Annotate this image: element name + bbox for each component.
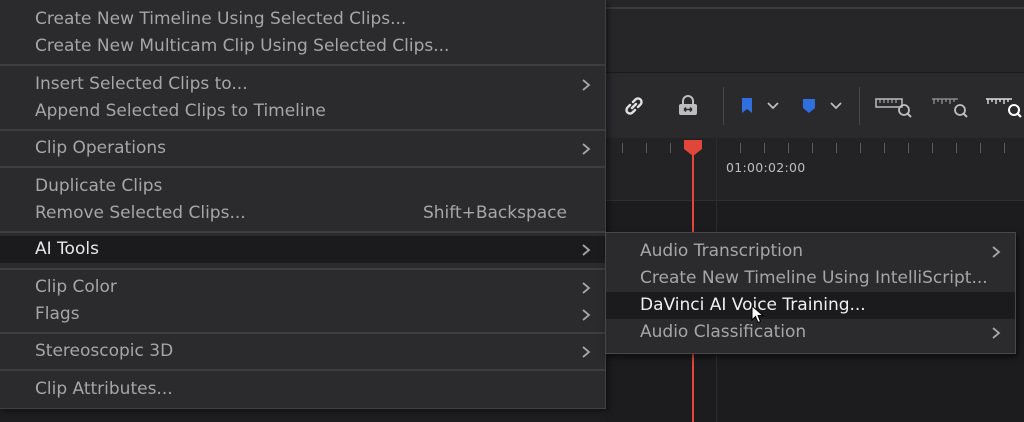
menu-divider <box>0 369 605 371</box>
toolbar-divider <box>723 87 724 125</box>
menu-item-create-multicam-clip[interactable]: Create New Multicam Clip Using Selected … <box>0 33 605 60</box>
ruler-tick <box>956 143 957 153</box>
menu-item-label: Clip Operations <box>35 138 166 158</box>
chevron-right-icon <box>989 319 1003 346</box>
menu-item-shortcut: Shift+Backspace <box>422 203 567 223</box>
chevron-down-icon[interactable] <box>763 73 783 139</box>
chevron-right-icon <box>579 135 593 162</box>
menu-divider <box>0 231 605 233</box>
timeline-ruler[interactable] <box>606 138 1024 201</box>
menu-item-duplicate-clips[interactable]: Duplicate Clips <box>0 173 605 200</box>
menu-item-stereoscopic-3d[interactable]: Stereoscopic 3D <box>0 338 605 365</box>
zoom-custom-icon[interactable] <box>984 73 1024 139</box>
submenu-item-audio-transcription[interactable]: Audio Transcription <box>606 238 1015 265</box>
blue-marker-icon[interactable] <box>798 73 820 139</box>
menu-divider <box>0 166 605 168</box>
ruler-tick <box>884 143 885 153</box>
menu-item-label: Duplicate Clips <box>35 176 163 196</box>
submenu-item-audio-classification[interactable]: Audio Classification <box>606 319 1015 346</box>
ruler-timecode: 01:00:02:00 <box>726 160 806 175</box>
ruler-tick <box>860 143 861 153</box>
menu-item-flags[interactable]: Flags <box>0 301 605 328</box>
ruler-tick <box>908 143 909 153</box>
chevron-right-icon <box>579 71 593 98</box>
menu-divider <box>0 332 605 334</box>
menu-item-append-selected-clips[interactable]: Append Selected Clips to Timeline <box>0 98 605 125</box>
menu-item-label: Create New Timeline Using Selected Clips… <box>35 9 407 29</box>
submenu-item-label: Create New Timeline Using IntelliScript.… <box>640 268 988 288</box>
menu-item-label: Clip Attributes... <box>35 379 173 399</box>
ruler-tick <box>788 143 789 153</box>
ruler-tick <box>836 143 837 153</box>
chevron-right-icon <box>989 238 1003 265</box>
menu-item-label: Remove Selected Clips... <box>35 203 246 223</box>
chevron-right-icon <box>579 236 593 263</box>
link-icon[interactable] <box>618 73 650 139</box>
playhead-handle[interactable] <box>683 139 703 157</box>
ruler-tick <box>980 143 981 153</box>
viewer-area <box>606 0 1024 72</box>
timeline-toolbar <box>606 72 1024 139</box>
ruler-tick <box>932 143 933 153</box>
ruler-tick <box>764 143 765 153</box>
submenu-item-voice-training[interactable]: DaVinci AI Voice Training... <box>606 292 1015 319</box>
menu-item-label: Append Selected Clips to Timeline <box>35 101 326 121</box>
menu-item-label: Stereoscopic 3D <box>35 341 174 361</box>
submenu-item-intelliscript[interactable]: Create New Timeline Using IntelliScript.… <box>606 265 1015 292</box>
menu-divider <box>0 64 605 66</box>
menu-item-label: AI Tools <box>35 239 99 259</box>
lock-icon[interactable] <box>672 73 704 139</box>
chevron-down-icon[interactable] <box>826 73 846 139</box>
mouse-cursor-icon <box>751 305 765 324</box>
zoom-detail-icon[interactable] <box>928 73 972 139</box>
menu-item-remove-selected-clips[interactable]: Remove Selected Clips... Shift+Backspace <box>0 200 605 227</box>
menu-item-label: Create New Multicam Clip Using Selected … <box>35 36 450 56</box>
blue-flag-icon[interactable] <box>736 73 758 139</box>
ruler-tick <box>812 143 813 153</box>
ruler-tick <box>670 143 671 153</box>
submenu-item-label: Audio Classification <box>640 322 807 342</box>
menu-divider <box>0 268 605 270</box>
menu-item-label: Flags <box>35 304 80 324</box>
menu-item-insert-selected-clips[interactable]: Insert Selected Clips to... <box>0 71 605 98</box>
submenu-item-label: Audio Transcription <box>640 241 804 261</box>
ai-tools-submenu: Audio Transcription Create New Timeline … <box>605 232 1016 354</box>
chevron-right-icon <box>579 274 593 301</box>
menu-divider <box>0 129 605 131</box>
context-menu: Create New Timeline Using Selected Clips… <box>0 0 606 409</box>
menu-item-label: Insert Selected Clips to... <box>35 74 248 94</box>
chevron-right-icon <box>579 301 593 328</box>
ruler-tick <box>740 143 741 153</box>
toolbar-divider <box>859 87 860 125</box>
menu-item-clip-operations[interactable]: Clip Operations <box>0 135 605 162</box>
menu-item-create-new-timeline[interactable]: Create New Timeline Using Selected Clips… <box>0 6 605 33</box>
ruler-tick <box>646 143 647 153</box>
ruler-tick <box>1004 143 1005 153</box>
menu-item-clip-color[interactable]: Clip Color <box>0 274 605 301</box>
ruler-tick <box>622 143 623 153</box>
zoom-full-icon[interactable] <box>872 73 916 139</box>
chevron-right-icon <box>579 338 593 365</box>
viewer-scrubber <box>606 7 1024 9</box>
menu-item-clip-attributes[interactable]: Clip Attributes... <box>0 376 605 403</box>
menu-item-ai-tools[interactable]: AI Tools <box>0 236 605 263</box>
menu-item-label: Clip Color <box>35 277 117 297</box>
